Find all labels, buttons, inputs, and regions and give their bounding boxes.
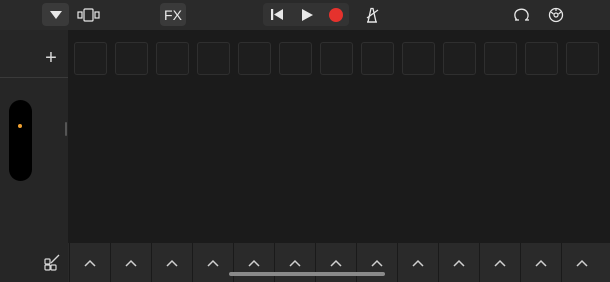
column-trigger[interactable]: [356, 243, 396, 282]
grid-cell[interactable]: [74, 42, 107, 75]
slider-indicator: [18, 124, 22, 128]
add-track-button[interactable]: +: [40, 47, 62, 69]
grid-cell[interactable]: [484, 42, 517, 75]
play-button[interactable]: [295, 5, 319, 24]
chevron-up-icon: [288, 259, 301, 267]
chevron-up-icon: [124, 259, 137, 267]
go-to-start-button[interactable]: [265, 5, 289, 24]
view-toggle-button[interactable]: [76, 5, 102, 24]
grid-cell[interactable]: [361, 42, 394, 75]
column-trigger[interactable]: [110, 243, 150, 282]
chevron-up-icon: [370, 259, 383, 267]
column-trigger[interactable]: [69, 243, 109, 282]
home-indicator[interactable]: [229, 272, 385, 276]
metronome-icon: [366, 7, 379, 23]
column-trigger[interactable]: [274, 243, 314, 282]
chevron-up-icon: [247, 259, 260, 267]
chevron-up-icon: [206, 259, 219, 267]
grid-cell[interactable]: [238, 42, 271, 75]
edit-button[interactable]: [40, 251, 64, 273]
menu-button[interactable]: [42, 3, 69, 26]
column-trigger[interactable]: [561, 243, 601, 282]
column-trigger[interactable]: [397, 243, 437, 282]
cell-grid: [69, 30, 610, 243]
record-button[interactable]: [324, 5, 348, 24]
grid-cell[interactable]: [402, 42, 435, 75]
column-trigger[interactable]: [479, 243, 519, 282]
chevron-up-icon: [575, 259, 588, 267]
grid-cell[interactable]: [115, 42, 148, 75]
chevron-up-icon: [493, 259, 506, 267]
edit-area: [0, 243, 68, 282]
column-trigger[interactable]: [438, 243, 478, 282]
view-toggle-icon: [77, 7, 100, 22]
column-trigger-bar: [0, 243, 610, 282]
grid-cell[interactable]: [279, 42, 312, 75]
grid-cell[interactable]: [566, 42, 599, 75]
track-slider[interactable]: [9, 100, 32, 181]
fx-button[interactable]: FX: [160, 3, 186, 26]
chevron-up-icon: [452, 259, 465, 267]
settings-icon: [548, 7, 564, 22]
skip-back-icon: [271, 9, 283, 20]
fx-label: FX: [164, 6, 182, 23]
column-trigger[interactable]: [151, 243, 191, 282]
metronome-button[interactable]: [360, 5, 384, 24]
triangle-down-icon: [49, 10, 62, 19]
column-trigger[interactable]: [192, 243, 232, 282]
grid-cell[interactable]: [443, 42, 476, 75]
grid-cell[interactable]: [197, 42, 230, 75]
grid-cell[interactable]: [320, 42, 353, 75]
chevron-up-icon: [411, 259, 424, 267]
record-icon: [329, 7, 343, 22]
column-trigger[interactable]: [315, 243, 355, 282]
column-trigger[interactable]: [233, 243, 273, 282]
column-trigger[interactable]: [520, 243, 560, 282]
loop-icon: [514, 8, 529, 21]
grid-cell[interactable]: [156, 42, 189, 75]
edit-grid-icon: [44, 254, 60, 271]
loop-button[interactable]: [510, 5, 534, 24]
chevron-up-icon: [329, 259, 342, 267]
play-icon: [301, 8, 313, 21]
settings-button[interactable]: [544, 5, 568, 24]
track-sidebar: +: [0, 30, 68, 243]
chevron-up-icon: [165, 259, 178, 267]
grid-cell[interactable]: [525, 42, 558, 75]
sidebar-divider: [0, 77, 68, 78]
chevron-up-icon: [534, 259, 547, 267]
control-bar: FX: [0, 0, 610, 30]
resize-handle[interactable]: [65, 122, 67, 136]
chevron-up-icon: [83, 259, 96, 267]
